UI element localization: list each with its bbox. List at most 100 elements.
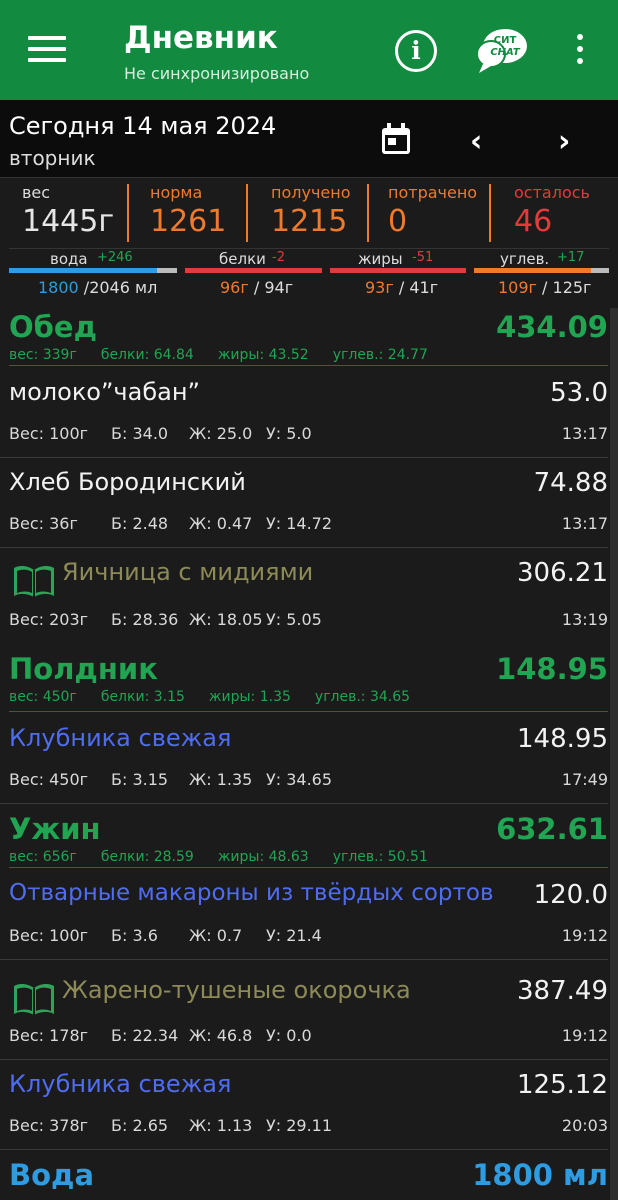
stat-left: осталось 46 bbox=[514, 183, 590, 239]
food-macros: Вес: 178г Б: 22.34 Ж: 46.8 У: 0.0 bbox=[9, 1026, 312, 1045]
stat-received: получено 1215 bbox=[271, 183, 351, 239]
carbs-bar bbox=[474, 268, 609, 273]
fat-bar bbox=[330, 268, 466, 273]
water-name: Вода bbox=[9, 1158, 95, 1192]
food-item[interactable]: Яичница с мидиями 306.21 Вес: 203г Б: 28.… bbox=[0, 548, 608, 644]
divider bbox=[367, 184, 369, 242]
stat-weight-label: вес bbox=[22, 183, 51, 202]
stat-left-value: 46 bbox=[514, 204, 553, 239]
food-kcal: 148.95 bbox=[517, 724, 608, 754]
food-macros: Вес: 100г Б: 34.0 Ж: 25.0 У: 5.0 bbox=[9, 424, 312, 443]
water-row[interactable]: Вода 1800 мл bbox=[0, 1150, 618, 1196]
water-value: 1800 /2046 мл bbox=[38, 278, 158, 297]
water-total: 1800 мл bbox=[472, 1158, 608, 1192]
stat-weight: вес 1445г bbox=[22, 183, 114, 239]
food-time: 13:17 bbox=[561, 424, 608, 443]
food-time: 19:12 bbox=[561, 1026, 608, 1045]
food-macros: Вес: 100г Б: 3.6 Ж: 0.7 У: 21.4 bbox=[9, 926, 322, 945]
food-macros: Вес: 36г Б: 2.48 Ж: 0.47 У: 14.72 bbox=[9, 514, 333, 533]
food-kcal: 74.88 bbox=[533, 468, 608, 498]
meal-summary: вес: 656г белки: 28.59 жиры: 48.63 углев.: … bbox=[9, 849, 428, 865]
date-title[interactable]: Сегодня 14 мая 2024 bbox=[9, 112, 276, 140]
weekday: вторник bbox=[9, 146, 96, 170]
meal-kcal: 148.95 bbox=[496, 652, 608, 686]
meal-summary: вес: 450г белки: 3.15 жиры: 1.35 углев.: 34… bbox=[9, 689, 411, 705]
food-name: Яичница с мидиями bbox=[62, 558, 314, 586]
food-item[interactable]: Клубника свежая 148.95 Вес: 450г Б: 3.15 Ж… bbox=[0, 714, 608, 804]
food-kcal: 120.0 bbox=[533, 880, 608, 910]
chat-badge-bottom: CHAT bbox=[490, 47, 520, 58]
food-time: 20:03 bbox=[561, 1116, 608, 1135]
divider bbox=[9, 867, 608, 868]
meal-kcal: 434.09 bbox=[496, 310, 608, 344]
chat-icon[interactable]: СИТ CHAT bbox=[475, 26, 531, 74]
more-vert-icon[interactable] bbox=[572, 34, 588, 68]
stat-received-label: получено bbox=[271, 183, 351, 202]
food-time: 19:12 bbox=[561, 926, 608, 945]
protein-bar bbox=[185, 268, 322, 273]
stat-norm-label: норма bbox=[150, 183, 203, 202]
stat-received-value: 1215 bbox=[271, 204, 348, 239]
food-name: Отварные макароны из твёрдых сортов bbox=[9, 880, 494, 906]
carbs-label: углев. bbox=[500, 250, 550, 268]
next-day-button[interactable]: › bbox=[558, 124, 570, 159]
food-item[interactable]: Клубника свежая 125.12 Вес: 378г Б: 2.65 Ж… bbox=[0, 1060, 608, 1150]
stat-weight-value: 1445г bbox=[22, 204, 115, 239]
food-name: Жарено-тушеные окорочка bbox=[62, 976, 411, 1004]
meal-header[interactable]: Обед 434.09 вес: 339г белки: 64.84 жиры: 4… bbox=[0, 302, 618, 368]
food-time: 13:17 bbox=[561, 514, 608, 533]
food-time: 13:19 bbox=[561, 610, 608, 629]
info-icon[interactable]: i bbox=[395, 30, 437, 72]
sync-status: Не синхронизировано bbox=[124, 64, 310, 83]
meal-header[interactable]: Полдник 148.95 вес: 450г белки: 3.15 жиры:… bbox=[0, 644, 618, 714]
stat-spent: потрачено 0 bbox=[388, 183, 477, 239]
divider bbox=[246, 184, 248, 242]
meal-name: Обед bbox=[9, 310, 97, 344]
carbs-delta: +17 bbox=[557, 250, 585, 265]
water-bar bbox=[9, 268, 177, 273]
food-item[interactable]: Жарено-тушеные окорочка 387.49 Вес: 178г… bbox=[0, 960, 608, 1060]
protein-delta: -2 bbox=[272, 250, 285, 265]
prev-day-button[interactable]: ‹ bbox=[470, 124, 482, 159]
food-name: молоко”чабан” bbox=[9, 378, 200, 406]
food-macros: Вес: 378г Б: 2.65 Ж: 1.13 У: 29.11 bbox=[9, 1116, 333, 1135]
divider bbox=[9, 365, 608, 366]
meal-header[interactable]: Ужин 632.61 вес: 656г белки: 28.59 жиры: 4… bbox=[0, 804, 618, 870]
recipe-book-icon bbox=[14, 565, 54, 597]
meal-name: Полдник bbox=[9, 652, 158, 686]
food-kcal: 53.0 bbox=[550, 378, 608, 408]
fat-delta: -51 bbox=[412, 250, 434, 265]
stat-left-label: осталось bbox=[514, 183, 590, 202]
food-macros: Вес: 203г Б: 28.36 Ж: 18.05 У: 5.05 bbox=[9, 610, 322, 629]
food-name: Клубника свежая bbox=[9, 724, 232, 752]
divider bbox=[489, 184, 491, 242]
protein-value: 96г / 94г bbox=[220, 278, 294, 297]
macro-summary: вода +246 1800 /2046 мл белки -2 96г / 9… bbox=[0, 248, 618, 302]
app-bar: Дневник Не синхронизировано i СИТ CHAT bbox=[0, 0, 618, 100]
food-name: Хлеб Бородинский bbox=[9, 468, 246, 496]
stat-norm-value: 1261 bbox=[150, 204, 227, 239]
water-delta: +246 bbox=[97, 250, 133, 265]
protein-label: белки bbox=[219, 250, 266, 268]
meal-kcal: 632.61 bbox=[496, 812, 608, 846]
food-item[interactable]: Хлеб Бородинский 74.88 Вес: 36г Б: 2.48 Ж:… bbox=[0, 458, 608, 548]
app-title: Дневник bbox=[124, 20, 278, 56]
meal-summary: вес: 339г белки: 64.84 жиры: 43.52 углев.: … bbox=[9, 347, 428, 363]
food-name: Клубника свежая bbox=[9, 1070, 232, 1098]
stat-spent-value: 0 bbox=[388, 204, 408, 239]
recipe-book-icon bbox=[14, 983, 54, 1015]
carbs-value: 109г / 125г bbox=[498, 278, 592, 297]
food-time: 17:49 bbox=[561, 770, 608, 789]
food-kcal: 387.49 bbox=[517, 976, 608, 1006]
date-bar: Сегодня 14 мая 2024 вторник ‹ › bbox=[0, 100, 618, 178]
stat-spent-label: потрачено bbox=[388, 183, 478, 202]
fat-value: 93г / 41г bbox=[365, 278, 439, 297]
stat-norm: норма 1261 bbox=[150, 183, 226, 239]
food-item[interactable]: молоко”чабан” 53.0 Вес: 100г Б: 34.0 Ж: 25… bbox=[0, 368, 608, 458]
meal-name: Ужин bbox=[9, 812, 101, 846]
food-kcal: 306.21 bbox=[517, 558, 608, 588]
menu-icon[interactable] bbox=[28, 36, 66, 66]
calendar-icon[interactable] bbox=[380, 122, 412, 156]
food-list: Обед 434.09 вес: 339г белки: 64.84 жиры: 4… bbox=[0, 302, 618, 1196]
food-item[interactable]: Отварные макароны из твёрдых сортов 120.… bbox=[0, 870, 608, 960]
